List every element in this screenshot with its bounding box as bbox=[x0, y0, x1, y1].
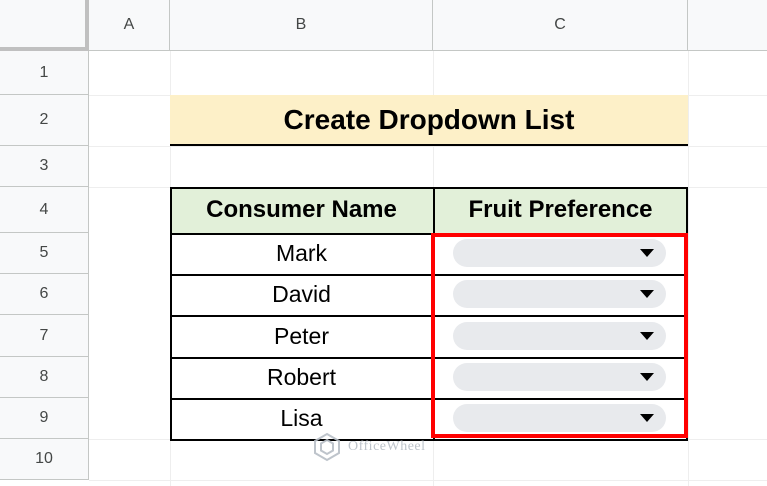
watermark: OfficeWheel bbox=[312, 431, 462, 463]
consumer-name-cell[interactable]: Peter bbox=[170, 315, 433, 357]
row-header-10[interactable]: 10 bbox=[0, 439, 89, 480]
row-header-label: 6 bbox=[39, 285, 49, 302]
row-header-label: 2 bbox=[39, 111, 49, 128]
row-header-label: 9 bbox=[39, 409, 49, 426]
row-header-label: 1 bbox=[39, 63, 49, 81]
consumer-name-cell[interactable]: Robert bbox=[170, 357, 433, 398]
column-header-a[interactable]: A bbox=[89, 0, 170, 51]
header-consumer-name[interactable]: Consumer Name bbox=[170, 187, 433, 233]
row-header-1[interactable]: 1 bbox=[0, 51, 89, 95]
consumer-name-cell[interactable]: David bbox=[170, 274, 433, 315]
watermark-text: OfficeWheel bbox=[348, 439, 426, 454]
gridline bbox=[688, 51, 689, 486]
row-header-6[interactable]: 6 bbox=[0, 274, 89, 315]
row-header-label: 10 bbox=[35, 450, 53, 467]
table-border bbox=[170, 187, 688, 189]
row-header-label: 4 bbox=[39, 200, 49, 218]
gridline bbox=[89, 480, 767, 481]
sheet-title[interactable]: Create Dropdown List bbox=[170, 95, 688, 146]
consumer-name-cell[interactable]: Mark bbox=[170, 233, 433, 274]
row-header-2[interactable]: 2 bbox=[0, 95, 89, 146]
column-header-label: C bbox=[554, 16, 566, 33]
column-header-c[interactable]: C bbox=[433, 0, 688, 51]
header-fruit-preference[interactable]: Fruit Preference bbox=[433, 187, 688, 233]
row-header-9[interactable]: 9 bbox=[0, 398, 89, 439]
spreadsheet: A B C 1 2 3 4 5 6 7 8 9 10 Create Dropdo… bbox=[0, 0, 767, 486]
table-border bbox=[170, 187, 172, 441]
row-header-5[interactable]: 5 bbox=[0, 233, 89, 274]
row-header-8[interactable]: 8 bbox=[0, 357, 89, 398]
select-all-corner[interactable] bbox=[0, 0, 89, 51]
dropdown-highlight-box bbox=[431, 233, 688, 438]
row-header-3[interactable]: 3 bbox=[0, 146, 89, 187]
row-header-4[interactable]: 4 bbox=[0, 187, 89, 233]
column-header-d[interactable] bbox=[688, 0, 767, 51]
row-header-label: 3 bbox=[39, 157, 49, 174]
column-header-label: B bbox=[295, 16, 307, 33]
row-header-label: 7 bbox=[39, 326, 49, 344]
row-header-label: 5 bbox=[39, 244, 49, 261]
row-header-label: 8 bbox=[39, 368, 49, 385]
officewheel-logo-icon bbox=[314, 432, 340, 462]
column-header-label: A bbox=[123, 16, 135, 33]
gridline bbox=[89, 146, 767, 147]
column-header-b[interactable]: B bbox=[170, 0, 433, 51]
row-header-7[interactable]: 7 bbox=[0, 315, 89, 357]
